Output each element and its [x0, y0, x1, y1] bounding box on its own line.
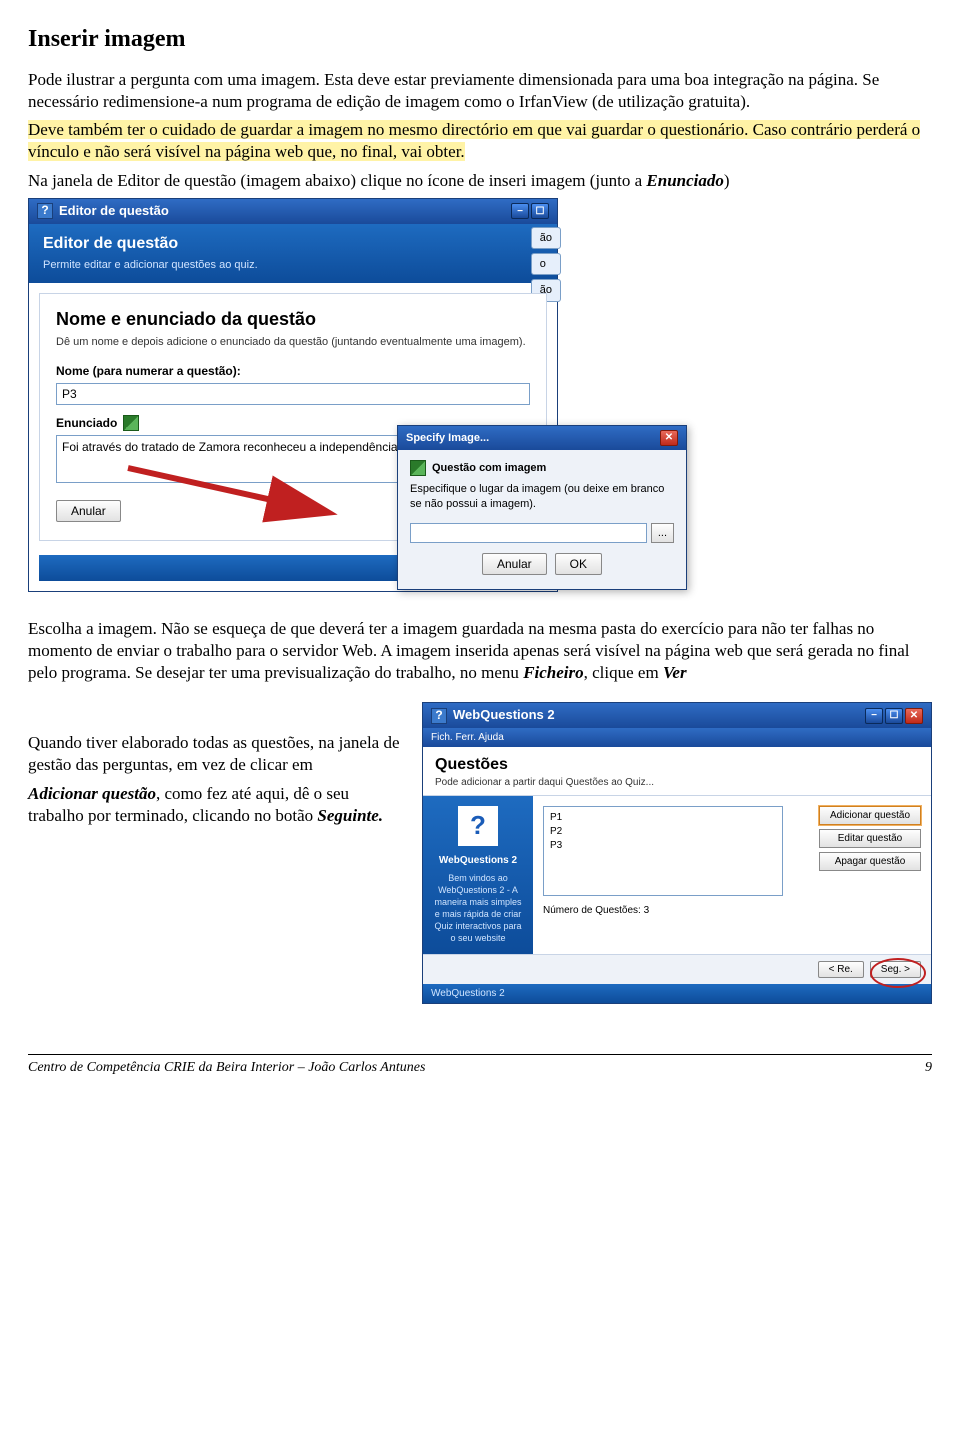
minimize-button[interactable]: − — [511, 203, 529, 219]
panel-subtitle: Dê um nome e depois adicione o enunciado… — [56, 335, 530, 350]
specify-image-dialog: Specify Image... ✕ Questão com imagem Es… — [397, 425, 687, 591]
intro-p3: Na janela de Editor de questão (imagem a… — [28, 170, 932, 192]
question-mark-icon: ? — [458, 806, 498, 846]
page-heading: Inserir imagem — [28, 24, 932, 55]
edit-question-button[interactable]: Editar questão — [819, 829, 921, 848]
editor-title-bar: ? Editor de questão − ☐ — [29, 199, 557, 224]
wq-menu-bar[interactable]: Fich. Ferr. Ajuda — [423, 728, 931, 747]
tab-stub[interactable]: ão — [531, 227, 561, 249]
close-icon[interactable]: ✕ — [905, 708, 923, 724]
wq-side-title: WebQuestions 2 — [431, 854, 525, 868]
insert-image-icon[interactable] — [123, 415, 139, 431]
name-label: Nome (para numerar a questão): — [56, 364, 530, 380]
wq-main-panel: P1 P2 P3 Adicionar questão Editar questã… — [533, 796, 931, 954]
intro-p1: Pode ilustrar a pergunta com uma imagem.… — [28, 69, 932, 113]
back-button[interactable]: < Re. — [818, 961, 864, 978]
wq-title-bar: ? WebQuestions 2 − ☐ ✕ — [423, 703, 931, 728]
image-icon — [410, 460, 426, 476]
intro-p2: Deve também ter o cuidado de guardar a i… — [28, 119, 932, 163]
enunciado-label: Enunciado — [56, 416, 117, 432]
mid-paragraph: Escolha a imagem. Não se esqueça de que … — [28, 618, 932, 684]
panel-title: Nome e enunciado da questão — [56, 308, 530, 331]
list-item[interactable]: P3 — [550, 839, 776, 853]
minimize-button[interactable]: − — [865, 708, 883, 724]
page-footer: Centro de Competência CRIE da Beira Inte… — [28, 1054, 932, 1077]
webquestions-window: ? WebQuestions 2 − ☐ ✕ Fich. Ferr. Ajuda… — [422, 702, 932, 1004]
page-number: 9 — [925, 1059, 932, 1077]
spec-ok-button[interactable]: OK — [555, 553, 602, 575]
wq-banner-title: Questões — [435, 755, 919, 776]
editor-banner: Editor de questão Permite editar e adici… — [29, 224, 557, 283]
wq-status-bar: WebQuestions 2 — [423, 984, 931, 1003]
add-question-button[interactable]: Adicionar questão — [819, 806, 921, 825]
left-instructions: Quando tiver elaborado todas as questões… — [28, 732, 406, 832]
help-icon: ? — [37, 203, 53, 219]
wq-title-text: WebQuestions 2 — [453, 707, 555, 724]
anular-button[interactable]: Anular — [56, 500, 121, 522]
editor-window: ? Editor de questão − ☐ Editor de questã… — [28, 198, 558, 592]
wq-side-text: Bem vindos ao WebQuestions 2 - A maneira… — [431, 872, 525, 945]
editor-banner-sub: Permite editar e adicionar questões ao q… — [43, 258, 543, 272]
image-path-input[interactable] — [410, 523, 647, 543]
spec-anular-button[interactable]: Anular — [482, 553, 547, 575]
specify-title-text: Specify Image... — [406, 431, 489, 445]
close-icon[interactable]: ✕ — [660, 430, 678, 446]
maximize-button[interactable]: ☐ — [885, 708, 903, 724]
help-icon: ? — [431, 708, 447, 724]
questions-listbox[interactable]: P1 P2 P3 — [543, 806, 783, 896]
maximize-button[interactable]: ☐ — [531, 203, 549, 219]
list-item[interactable]: P1 — [550, 811, 776, 825]
specify-title-bar: Specify Image... ✕ — [398, 426, 686, 450]
name-input[interactable] — [56, 383, 530, 405]
next-button[interactable]: Seg. > — [870, 961, 921, 978]
wq-footer: < Re. Seg. > — [423, 954, 931, 984]
browse-button[interactable]: ... — [651, 523, 674, 543]
wq-sidebar: ? WebQuestions 2 Bem vindos ao WebQuesti… — [423, 796, 533, 954]
editor-title-text: Editor de questão — [59, 203, 169, 220]
wq-banner-sub: Pode adicionar a partir daqui Questões a… — [435, 776, 919, 789]
list-item[interactable]: P2 — [550, 825, 776, 839]
question-count: Número de Questões: 3 — [543, 904, 921, 917]
wq-banner: Questões Pode adicionar a partir daqui Q… — [423, 747, 931, 796]
specify-text: Especifique o lugar da imagem (ou deixe … — [410, 482, 674, 512]
editor-banner-title: Editor de questão — [43, 234, 543, 255]
specify-heading: Questão com imagem — [432, 461, 546, 475]
tab-stub[interactable]: o — [531, 253, 561, 275]
delete-question-button[interactable]: Apagar questão — [819, 852, 921, 871]
footer-text: Centro de Competência CRIE da Beira Inte… — [28, 1059, 425, 1077]
